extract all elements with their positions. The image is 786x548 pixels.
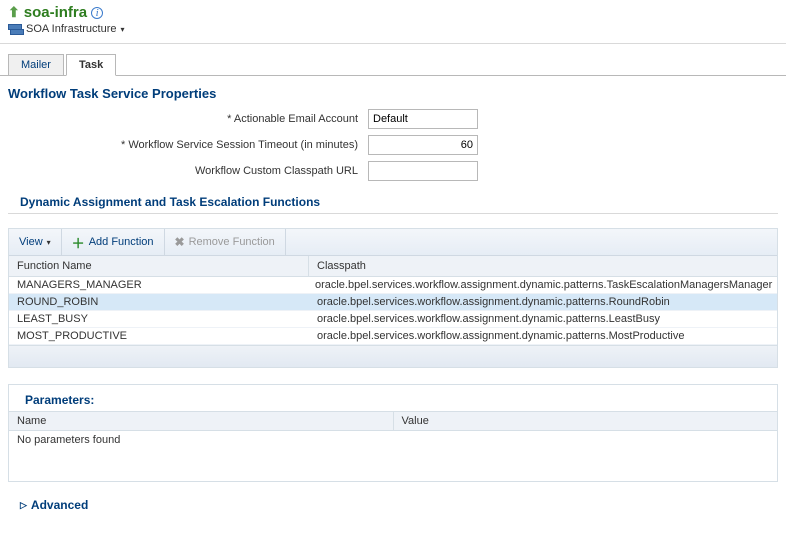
functions-table-header: Function Name Classpath — [9, 256, 777, 277]
cell-classpath: oracle.bpel.services.workflow.assignment… — [309, 294, 678, 310]
advanced-toggle[interactable]: ▷ Advanced — [0, 482, 786, 520]
cell-classpath: oracle.bpel.services.workflow.assignment… — [309, 311, 668, 327]
col-function-name[interactable]: Function Name — [9, 256, 309, 276]
view-label: View — [19, 236, 43, 248]
label-session-timeout: * Workflow Service Session Timeout (in m… — [8, 139, 368, 151]
x-icon: ✖ — [175, 235, 185, 249]
page-title: soa-infra — [24, 4, 87, 21]
input-classpath-url[interactable] — [368, 161, 478, 181]
page-header: ⬆ soa-infra i SOA Infrastructure ▾ — [0, 0, 786, 37]
cell-function-name: LEAST_BUSY — [9, 311, 309, 327]
col-classpath[interactable]: Classpath — [309, 256, 374, 276]
parameters-empty: No parameters found — [9, 431, 777, 481]
cell-function-name: MOST_PRODUCTIVE — [9, 328, 309, 344]
status-up-icon: ⬆ — [8, 4, 20, 21]
tab-mailer[interactable]: Mailer — [8, 54, 64, 76]
remove-function-button[interactable]: ✖ Remove Function — [165, 229, 286, 255]
info-icon[interactable]: i — [91, 7, 103, 19]
label-email-account: * Actionable Email Account — [8, 113, 368, 125]
col-param-value[interactable]: Value — [393, 412, 778, 430]
table-row[interactable]: LEAST_BUSYoracle.bpel.services.workflow.… — [9, 311, 777, 328]
parameters-title: Parameters: — [9, 385, 777, 411]
cell-classpath: oracle.bpel.services.workflow.assignment… — [309, 328, 692, 344]
properties-form: * Actionable Email Account * Workflow Se… — [0, 109, 786, 181]
functions-toolbar: View ▾ ＋ Add Function ✖ Remove Function — [9, 229, 777, 256]
functions-table-body: MANAGERS_MANAGERoracle.bpel.services.wor… — [9, 277, 777, 345]
parameters-panel: Parameters: Name Value No parameters fou… — [8, 384, 778, 482]
table-footer-bar — [9, 345, 777, 367]
chevron-down-icon: ▾ — [47, 238, 51, 247]
input-email-account[interactable] — [368, 109, 478, 129]
table-row[interactable]: MANAGERS_MANAGERoracle.bpel.services.wor… — [9, 277, 777, 294]
add-function-button[interactable]: ＋ Add Function — [62, 229, 165, 255]
table-row[interactable]: MOST_PRODUCTIVEoracle.bpel.services.work… — [9, 328, 777, 345]
cell-classpath: oracle.bpel.services.workflow.assignment… — [307, 277, 777, 293]
functions-panel: View ▾ ＋ Add Function ✖ Remove Function … — [8, 228, 778, 368]
col-param-name[interactable]: Name — [9, 412, 393, 430]
subsection-title: Dynamic Assignment and Task Escalation F… — [0, 187, 786, 213]
table-row[interactable]: ROUND_ROBINoracle.bpel.services.workflow… — [9, 294, 777, 311]
tab-task[interactable]: Task — [66, 54, 116, 76]
plus-icon: ＋ — [72, 233, 85, 252]
section-title: Workflow Task Service Properties — [0, 76, 786, 109]
chevron-down-icon: ▾ — [120, 25, 124, 34]
remove-function-label: Remove Function — [189, 236, 275, 248]
chevron-right-icon: ▷ — [20, 500, 27, 511]
tab-bar: Mailer Task — [8, 54, 786, 76]
label-classpath-url: Workflow Custom Classpath URL — [8, 165, 368, 177]
cell-function-name: ROUND_ROBIN — [9, 294, 309, 310]
header-divider — [0, 43, 786, 44]
input-session-timeout[interactable] — [368, 135, 478, 155]
view-menu[interactable]: View ▾ — [9, 229, 62, 255]
breadcrumb-menu[interactable]: SOA Infrastructure ▾ — [8, 23, 778, 35]
cell-function-name: MANAGERS_MANAGER — [9, 277, 307, 293]
advanced-label: Advanced — [31, 498, 88, 512]
infrastructure-icon — [8, 24, 22, 34]
breadcrumb-label: SOA Infrastructure — [26, 23, 116, 35]
add-function-label: Add Function — [89, 236, 154, 248]
